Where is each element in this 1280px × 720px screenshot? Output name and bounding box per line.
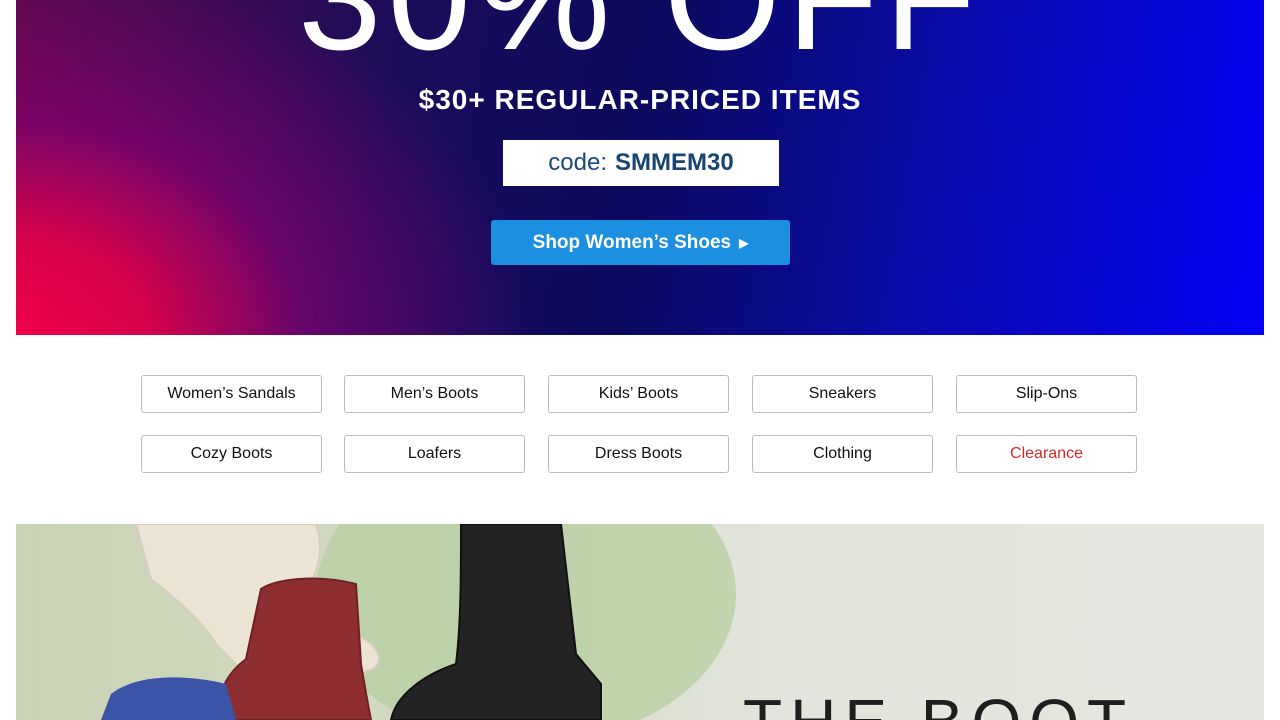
category-button-mens-boots[interactable]: Men’s Boots [344, 375, 525, 413]
category-button-cozy-boots[interactable]: Cozy Boots [141, 435, 322, 473]
category-label: Dress Boots [594, 445, 683, 462]
category-button-dress-boots[interactable]: Dress Boots [548, 435, 729, 473]
category-label: Clearance [1010, 445, 1083, 462]
category-label: Loafers [407, 445, 462, 462]
blue-cowboy-boot [101, 677, 236, 720]
boot-feature-banner[interactable]: THE BOOT [16, 524, 1264, 720]
category-label: Cozy Boots [190, 445, 273, 462]
category-label: Women’s Sandals [167, 385, 296, 402]
category-button-slip-ons[interactable]: Slip-Ons [956, 375, 1137, 413]
promo-headline: 30% OFF [16, 0, 1264, 72]
promo-code-prefix: code: [548, 149, 608, 176]
category-button-clothing[interactable]: Clothing [752, 435, 933, 473]
promo-hero-banner[interactable]: 30% OFF $30+ REGULAR-PRICED ITEMS code: … [16, 0, 1264, 335]
category-button-womens-sandals[interactable]: Women’s Sandals [141, 375, 322, 413]
category-label: Clothing [813, 445, 872, 462]
shop-button-label: Shop Women’s Shoes [532, 231, 732, 253]
promo-code-value: SMMEM30 [615, 149, 734, 176]
promo-subheading: $30+ REGULAR-PRICED ITEMS [418, 84, 862, 115]
boot-banner-title: THE BOOT [743, 690, 1134, 720]
caret-right-icon: ▶ [739, 235, 749, 250]
category-label: Kids’ Boots [598, 385, 679, 402]
boots-illustration [101, 524, 602, 720]
category-button-sneakers[interactable]: Sneakers [752, 375, 933, 413]
category-button-loafers[interactable]: Loafers [344, 435, 525, 473]
category-button-kids-boots[interactable]: Kids’ Boots [548, 375, 729, 413]
category-button-clearance[interactable]: Clearance [956, 435, 1137, 473]
category-label: Slip-Ons [1015, 385, 1078, 402]
category-label: Sneakers [808, 385, 877, 402]
promo-code-box: code: SMMEM30 [503, 140, 779, 186]
shop-womens-shoes-button[interactable]: Shop Women’s Shoes ▶ [491, 220, 790, 265]
category-label: Men’s Boots [390, 385, 479, 402]
black-cowboy-boot [389, 524, 602, 720]
